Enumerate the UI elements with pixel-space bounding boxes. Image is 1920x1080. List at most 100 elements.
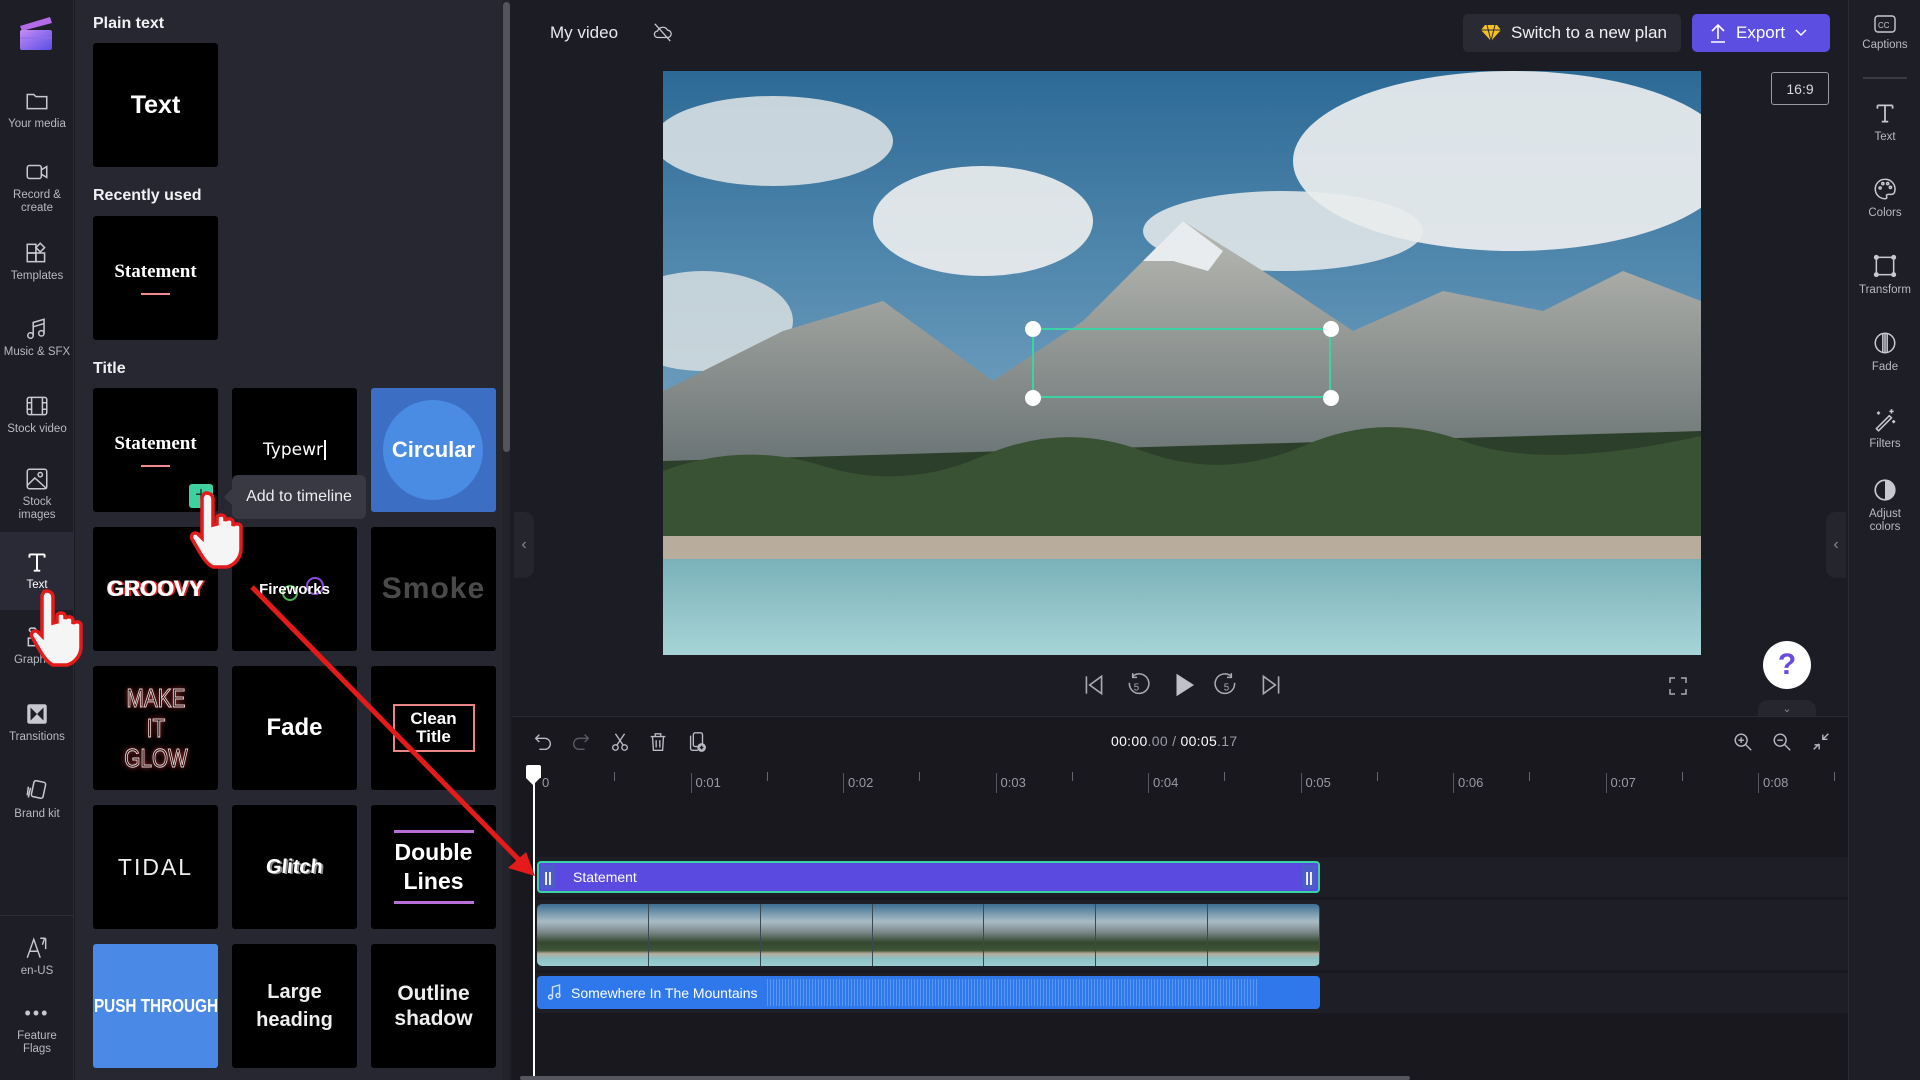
app-logo-icon <box>20 17 52 50</box>
undo-icon[interactable] <box>532 731 554 753</box>
fullscreen-icon[interactable] <box>1666 674 1690 698</box>
nav-feature-flags[interactable]: ••• Feature Flags <box>0 1004 74 1056</box>
timeline-video-clip[interactable] <box>537 904 1320 966</box>
aspect-ratio-button[interactable]: 16:9 <box>1771 72 1829 105</box>
text-tile-double-lines[interactable]: Double Lines <box>371 805 496 929</box>
help-button[interactable]: ? <box>1763 641 1811 689</box>
text-tile-glitch[interactable]: Glitch <box>232 805 357 929</box>
delete-icon[interactable] <box>647 731 669 753</box>
chevron-down-icon <box>1795 29 1807 36</box>
playhead-handle[interactable] <box>526 765 541 785</box>
timeline-audio-clip[interactable]: Somewhere In The Mountains <box>537 976 1320 1009</box>
clip-trim-handle-left[interactable]: || <box>541 865 555 889</box>
right-nav-adjust-colors[interactable]: Adjust colors <box>1849 477 1920 534</box>
timeline-text-clip[interactable]: || Statement || <box>537 861 1320 893</box>
text-tile-tidal[interactable]: TIDAL <box>93 805 218 929</box>
right-nav-transform[interactable]: Transform <box>1849 253 1920 296</box>
split-scissors-icon[interactable] <box>609 731 631 753</box>
svg-text:5: 5 <box>1134 682 1140 693</box>
playhead-line <box>533 770 535 1080</box>
fit-timeline-icon[interactable] <box>1810 731 1832 753</box>
nav-brand-kit[interactable]: Brand kit <box>0 778 74 821</box>
text-tile-groovy[interactable]: GROOVY <box>93 527 218 651</box>
cloud-off-icon <box>653 23 672 42</box>
right-nav-filters[interactable]: Filters <box>1849 407 1920 450</box>
add-to-timeline-tooltip: Add to timeline <box>224 475 366 519</box>
tile-label: Large heading <box>256 981 333 1031</box>
duplicate-add-icon[interactable] <box>686 731 708 753</box>
nav-graphics[interactable]: Graphics <box>0 624 74 667</box>
nav-your-media[interactable]: Your media <box>0 88 74 131</box>
current-time-fraction: .00 <box>1147 733 1168 749</box>
clip-trim-handle-right[interactable]: || <box>1302 865 1316 889</box>
nav-transitions[interactable]: Transitions <box>0 701 74 744</box>
tile-label: Statement <box>114 433 197 454</box>
camera-icon <box>26 164 48 180</box>
right-nav-colors[interactable]: Colors <box>1849 176 1920 219</box>
right-nav-divider <box>1863 77 1907 79</box>
panel-scrollbar[interactable] <box>503 2 510 452</box>
export-button[interactable]: Export <box>1692 14 1830 52</box>
text-selection-box[interactable] <box>1032 328 1331 398</box>
transform-icon <box>1873 254 1897 278</box>
resize-handle-top-left[interactable] <box>1025 321 1041 337</box>
text-tile-circular[interactable]: Circular <box>371 388 496 512</box>
text-tile-recent-statement[interactable]: Statement <box>93 216 218 340</box>
add-to-timeline-button[interactable]: + <box>189 484 213 508</box>
ruler-tick-label: 0:06 <box>1453 773 1483 793</box>
nav-label: Text <box>26 579 48 591</box>
text-tile-plain[interactable]: Text <box>93 43 218 167</box>
redo-icon[interactable] <box>570 731 592 753</box>
text-tile-make-it-glow[interactable]: MAKE IT GLOW <box>93 666 218 790</box>
timeline-horizontal-scrollbar[interactable] <box>520 1076 1410 1080</box>
switch-plan-button[interactable]: Switch to a new plan <box>1463 14 1681 52</box>
project-title[interactable]: My video <box>550 23 618 43</box>
tile-label: MAKE IT GLOW <box>123 683 188 774</box>
brand-kit-icon <box>26 779 47 800</box>
nav-text[interactable]: Text <box>0 532 74 610</box>
text-tile-fireworks[interactable]: Fireworks <box>232 527 357 651</box>
text-tile-clean-title[interactable]: Clean Title <box>371 666 496 790</box>
ruler-minor-tick <box>1681 772 1683 781</box>
diamond-icon <box>1481 24 1501 42</box>
svg-text:5: 5 <box>1224 682 1230 693</box>
resize-handle-bottom-left[interactable] <box>1025 390 1041 406</box>
language-icon <box>26 937 47 958</box>
nav-music-sfx[interactable]: Music & SFX <box>0 316 74 359</box>
underline-decoration <box>141 465 170 467</box>
text-tile-large-heading[interactable]: Large heading <box>232 944 357 1068</box>
play-icon[interactable] <box>1169 670 1199 700</box>
nav-record-create[interactable]: Record & create <box>0 159 74 215</box>
nav-templates[interactable]: Templates <box>0 240 74 283</box>
tile-label: Statement <box>114 261 197 282</box>
zoom-out-icon[interactable] <box>1771 731 1793 753</box>
text-tile-smoke[interactable]: Smoke <box>371 527 496 651</box>
skip-to-start-icon[interactable] <box>1081 672 1107 698</box>
line-decoration <box>393 901 474 904</box>
collapse-left-panel-button[interactable]: ‹ <box>514 512 534 578</box>
resize-handle-bottom-right[interactable] <box>1323 390 1339 406</box>
forward-5-icon[interactable]: 5 <box>1214 672 1240 698</box>
rewind-5-icon[interactable]: 5 <box>1124 672 1150 698</box>
right-nav-text[interactable]: Text <box>1849 100 1920 143</box>
right-nav-fade[interactable]: Fade <box>1849 330 1920 373</box>
resize-handle-top-right[interactable] <box>1323 321 1339 337</box>
right-nav-label: Adjust colors <box>1869 508 1901 533</box>
text-tile-outline-shadow[interactable]: Outline shadow <box>371 944 496 1068</box>
nav-stock-video[interactable]: Stock video <box>0 393 74 436</box>
ruler-tick-label: 0:08 <box>1758 773 1788 793</box>
nav-language[interactable]: en-US <box>0 935 74 978</box>
nav-label: Graphics <box>13 654 61 666</box>
text-tile-push-through[interactable]: PUSH THROUGH <box>93 944 218 1068</box>
right-nav-captions[interactable]: CC Captions <box>1849 13 1920 51</box>
timecode-display: 00:00.00 / 00:05.17 <box>1111 733 1237 749</box>
zoom-in-icon[interactable] <box>1732 731 1754 753</box>
nav-label: Music & SFX <box>3 346 71 358</box>
collapse-right-panel-button[interactable]: ‹ <box>1826 512 1846 578</box>
nav-label: Feature Flags <box>17 1030 57 1055</box>
video-thumbnail-frame <box>760 904 873 966</box>
chevron-left-icon: ‹ <box>521 536 527 553</box>
skip-to-end-icon[interactable] <box>1258 672 1284 698</box>
text-tile-fade[interactable]: Fade <box>232 666 357 790</box>
nav-stock-images[interactable]: Stock images <box>0 466 74 522</box>
